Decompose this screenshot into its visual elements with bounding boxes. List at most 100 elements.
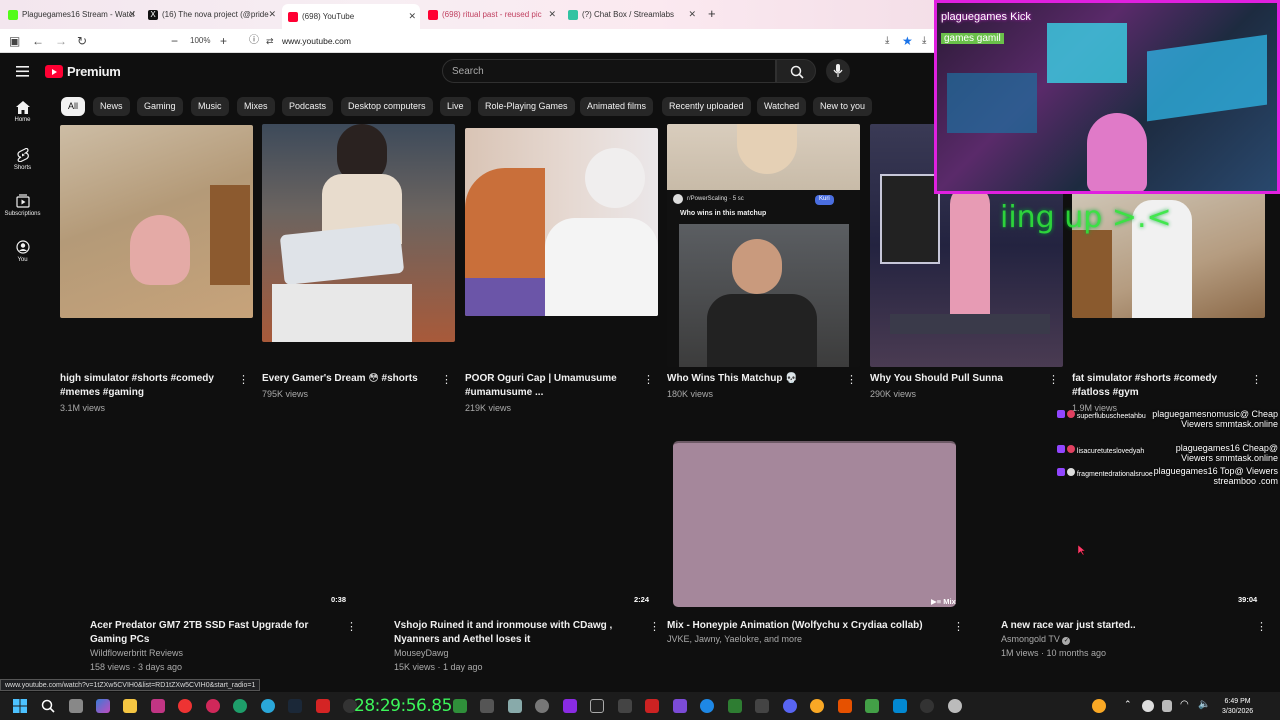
browser-tab[interactable]: Plaguegames16 Stream - Watch ✕ xyxy=(2,4,140,25)
short-thumbnail[interactable]: r/PowerScaling · 5 sc Kuri Who wins in t… xyxy=(667,124,860,367)
app-icon[interactable] xyxy=(618,699,632,713)
tune-icon[interactable]: ⇄ xyxy=(266,34,274,48)
mix-thumbnail[interactable]: ▶≡ Mix xyxy=(673,441,956,607)
windows-start-icon[interactable] xyxy=(13,699,27,713)
browser-tab-active[interactable]: (698) YouTube ✕ xyxy=(282,4,420,29)
short-title[interactable]: Every Gamer's Dream 😳 #shorts xyxy=(262,372,432,386)
tab-actions-icon[interactable]: ▣ xyxy=(9,34,20,48)
app-icon[interactable] xyxy=(700,699,714,713)
browser-tab[interactable]: (698) ritual past - reused pic ✕ xyxy=(422,4,560,25)
video-title[interactable]: Mix - Honeypie Animation (Wolfychu x Cry… xyxy=(667,619,947,633)
chip-mixes[interactable]: Mixes xyxy=(237,97,275,116)
video-channel[interactable]: JVKE, Jawny, Yaelokre, and more xyxy=(667,633,802,646)
short-thumbnail[interactable] xyxy=(60,125,253,318)
back-icon[interactable]: ← xyxy=(32,34,44,48)
sidebar-item-home[interactable]: Home xyxy=(0,101,45,123)
app-icon[interactable] xyxy=(755,699,769,713)
site-info-icon[interactable]: ⓘ xyxy=(249,34,259,48)
volume-icon[interactable]: 🔈 xyxy=(1198,699,1210,710)
close-icon[interactable]: ✕ xyxy=(268,9,276,20)
steam-icon[interactable] xyxy=(288,699,302,713)
video-title[interactable]: A new race war just started.. xyxy=(1001,619,1251,633)
app-icon[interactable] xyxy=(893,699,907,713)
more-options-icon[interactable]: ⋮ xyxy=(441,375,452,386)
search-button[interactable] xyxy=(776,59,816,83)
download-icon[interactable]: ⤓ xyxy=(922,34,926,48)
browser-tab[interactable]: (?) Chat Box / Streamlabs ✕ xyxy=(562,4,700,25)
video-channel[interactable]: Asmongold TV ✓ xyxy=(1001,633,1071,646)
more-options-icon[interactable]: ⋮ xyxy=(649,622,660,633)
app-icon[interactable] xyxy=(948,699,962,713)
forward-icon[interactable]: → xyxy=(55,34,67,48)
zoom-in-icon[interactable]: + xyxy=(220,34,227,48)
app-icon[interactable] xyxy=(535,699,549,713)
app-icon[interactable] xyxy=(261,699,275,713)
close-icon[interactable]: ✕ xyxy=(128,9,136,20)
settings-icon[interactable] xyxy=(508,699,522,713)
app-icon[interactable] xyxy=(151,699,165,713)
more-options-icon[interactable]: ⋮ xyxy=(1251,375,1262,386)
wifi-icon[interactable]: ◠ xyxy=(1180,699,1189,710)
sidebar-item-you[interactable]: You xyxy=(0,240,45,263)
notification-app-icon[interactable] xyxy=(1092,699,1106,713)
reload-icon[interactable]: ↻ xyxy=(77,34,87,48)
chip-news[interactable]: News xyxy=(93,97,130,116)
task-view-icon[interactable] xyxy=(69,699,83,713)
short-thumbnail[interactable] xyxy=(262,124,455,342)
short-thumbnail[interactable] xyxy=(465,128,658,316)
chip-recently-uploaded[interactable]: Recently uploaded xyxy=(662,97,751,116)
new-tab-icon[interactable]: + xyxy=(708,6,716,21)
chip-all[interactable]: All xyxy=(61,97,86,116)
chip-animated-films[interactable]: Animated films xyxy=(580,97,654,116)
more-options-icon[interactable]: ⋮ xyxy=(238,375,249,386)
address-field[interactable]: www.youtube.com xyxy=(282,36,351,46)
chip-live[interactable]: Live xyxy=(440,97,471,116)
video-channel[interactable]: Wildflowerbritt Reviews xyxy=(90,647,183,660)
short-overlay-button[interactable]: Kuri xyxy=(815,195,834,205)
video-title[interactable]: Vshojo Ruined it and ironmouse with CDaw… xyxy=(394,619,644,647)
app-icon[interactable] xyxy=(590,699,604,713)
search-icon[interactable] xyxy=(41,699,55,713)
close-icon[interactable]: ✕ xyxy=(688,9,696,20)
sidebar-item-subscriptions[interactable]: Subscriptions xyxy=(0,194,45,217)
chip-watched[interactable]: Watched xyxy=(757,97,807,116)
chip-gaming[interactable]: Gaming xyxy=(137,97,183,116)
short-title[interactable]: fat simulator #shorts #comedy #fatloss #… xyxy=(1072,372,1242,400)
short-title[interactable]: Why You Should Pull Sunna xyxy=(870,372,1040,386)
app-icon[interactable] xyxy=(563,699,577,713)
install-app-icon[interactable]: ⤓ xyxy=(885,34,889,48)
short-title[interactable]: high simulator #shorts #comedy #memes #g… xyxy=(60,372,230,400)
system-clock[interactable]: 6:49 PM 3/30/2026 xyxy=(1222,697,1253,717)
video-title[interactable]: Acer Predator GM7 2TB SSD Fast Upgrade f… xyxy=(90,619,340,647)
bookmark-star-icon[interactable]: ★ xyxy=(902,34,913,48)
chip-podcasts[interactable]: Podcasts xyxy=(282,97,334,116)
opera-icon[interactable] xyxy=(178,699,192,713)
more-options-icon[interactable]: ⋮ xyxy=(953,622,964,633)
app-icon[interactable] xyxy=(645,699,659,713)
app-icon[interactable] xyxy=(838,699,852,713)
app-icon[interactable] xyxy=(206,699,220,713)
close-icon[interactable]: ✕ xyxy=(408,11,416,22)
short-title[interactable]: POOR Oguri Cap | Umamusume #umamusume ..… xyxy=(465,372,635,400)
app-icon[interactable] xyxy=(316,699,330,713)
voice-search-button[interactable] xyxy=(826,59,850,83)
chrome-icon[interactable] xyxy=(810,699,824,713)
app-icon[interactable] xyxy=(920,699,934,713)
search-input[interactable]: Search xyxy=(442,59,776,83)
youtube-logo[interactable]: Premium xyxy=(45,64,121,79)
file-explorer-icon[interactable] xyxy=(123,699,137,713)
more-options-icon[interactable]: ⋮ xyxy=(846,375,857,386)
more-options-icon[interactable]: ⋮ xyxy=(346,622,357,633)
chevron-up-icon[interactable]: ⌃ xyxy=(1124,699,1132,710)
chip-desktop-computers[interactable]: Desktop computers xyxy=(341,97,433,116)
app-icon[interactable] xyxy=(453,699,467,713)
close-icon[interactable]: ✕ xyxy=(548,9,556,20)
discord-icon[interactable] xyxy=(783,699,797,713)
tray-icon[interactable] xyxy=(1162,700,1172,712)
app-icon[interactable] xyxy=(673,699,687,713)
more-options-icon[interactable]: ⋮ xyxy=(1048,375,1059,386)
app-icon[interactable] xyxy=(865,699,879,713)
menu-icon[interactable] xyxy=(16,65,29,77)
app-icon[interactable] xyxy=(233,699,247,713)
video-channel[interactable]: MouseyDawg xyxy=(394,647,449,660)
